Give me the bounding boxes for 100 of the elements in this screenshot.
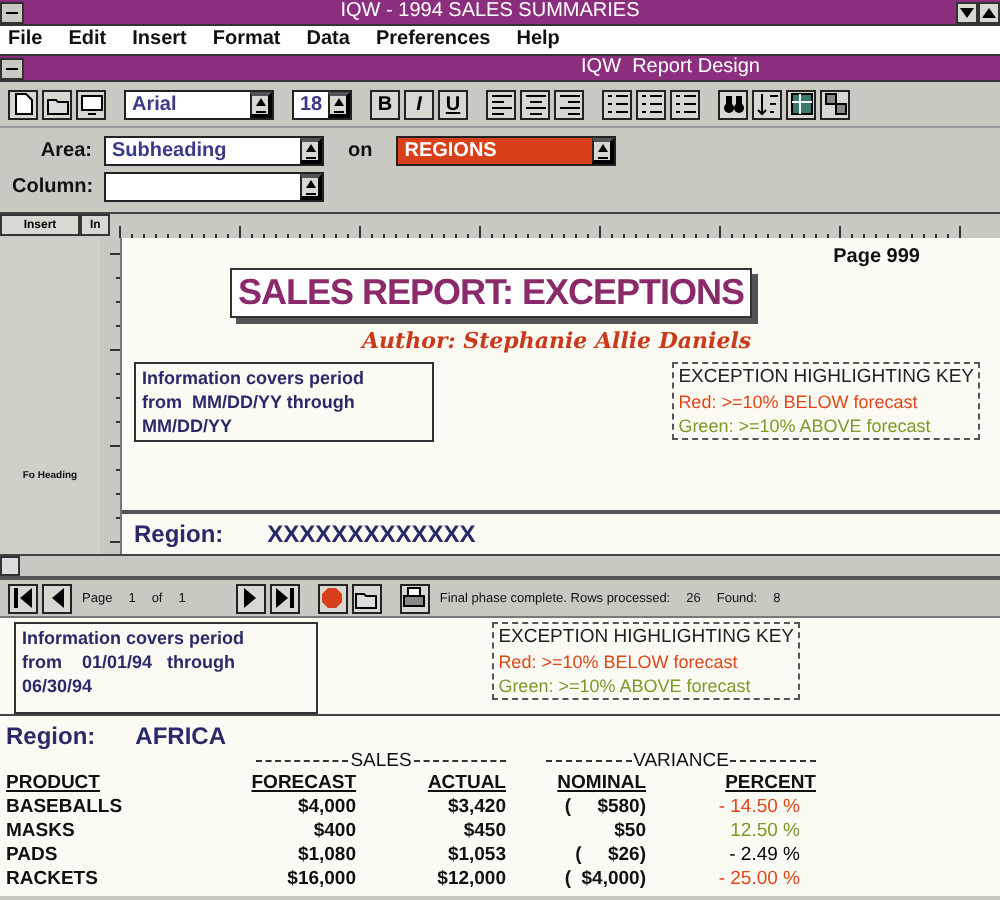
period-text: from MM/DD/YY through [142, 392, 357, 412]
menu-item[interactable]: Format [212, 28, 281, 52]
align-center-icon [523, 92, 547, 116]
first-page-icon [11, 586, 35, 610]
table-cell-text: - 2.49 % [727, 844, 802, 868]
table-cell-text: $450 [461, 820, 506, 844]
toolbar-button[interactable] [351, 583, 382, 613]
key-line: Red: >=10% BELOW forecast [498, 652, 740, 672]
toolbar-button[interactable] [718, 89, 748, 119]
table-cell-text: $4,000 [295, 796, 356, 820]
menu-item[interactable]: File [8, 28, 43, 52]
column-header: ACTUAL [425, 772, 506, 796]
table-cell-text: BASEBALLS [6, 796, 125, 820]
underline-button[interactable]: U [438, 89, 468, 119]
column-group-header: SALES [348, 750, 414, 772]
column-header: NOMINAL [555, 772, 646, 796]
last-page-icon [272, 586, 297, 610]
table-cell-text: MASKS [6, 820, 77, 844]
report-title: SALES REPORT: EXCEPTIONS [229, 268, 753, 318]
table-cell-text: - 14.50 % [716, 796, 802, 820]
period-text: Information covers period [22, 628, 247, 648]
toolbar-button[interactable] [554, 89, 584, 119]
column-label: Column: [12, 176, 92, 198]
table-cell-text: $1,053 [445, 844, 506, 868]
key-title: EXCEPTION HIGHLIGHTING KEY [678, 366, 974, 388]
table-cell-text: ( $580) [562, 796, 646, 820]
toolbar-button[interactable] [235, 583, 266, 613]
minimize-button[interactable] [956, 1, 978, 23]
align-right-icon [557, 92, 581, 116]
table-cell-text: 12.50 % [728, 820, 802, 844]
toolbar-button[interactable] [399, 583, 430, 613]
sort-icon [755, 92, 779, 116]
table-icon [789, 92, 813, 116]
menu-item[interactable]: Preferences [375, 28, 491, 52]
down-triangle-icon [960, 7, 974, 17]
toolbar-button[interactable] [602, 89, 632, 119]
grid-icon [823, 92, 847, 116]
column-header: PRODUCT [6, 772, 102, 796]
table-cell-text: $1,080 [295, 844, 356, 868]
toolbar-button[interactable] [42, 583, 72, 613]
binoculars-icon [721, 92, 745, 116]
menu-item[interactable]: Help [516, 28, 560, 52]
region-value: XXXXXXXXXXXXX [267, 520, 476, 548]
scroll-button[interactable] [0, 556, 20, 576]
region-label: Region: [6, 722, 96, 750]
maximize-button[interactable] [978, 1, 1000, 23]
dropdown-button[interactable] [300, 174, 322, 200]
italic-button[interactable]: I [404, 89, 434, 119]
toolbar-button[interactable] [269, 583, 300, 613]
table-cell-text: RACKETS [6, 868, 100, 892]
table-cell-text: ( $26) [573, 844, 646, 868]
column-field[interactable] [104, 172, 324, 202]
window-title: IQW Report Design [579, 56, 762, 80]
period-text: 06/30/94 [22, 676, 95, 696]
list-icon [639, 92, 663, 116]
menu-item[interactable]: Insert [132, 28, 187, 52]
period-text: MM/DD/YY [142, 416, 234, 436]
toolbar-button[interactable] [820, 89, 850, 119]
table-cell-text: ( $4,000) [562, 868, 646, 892]
system-menu-button[interactable] [0, 1, 24, 23]
stop-icon [320, 586, 345, 610]
table-cell-text: $400 [311, 820, 356, 844]
column-header: FORECAST [249, 772, 356, 796]
period-text: Information covers period [142, 368, 367, 388]
toolbar-button[interactable] [76, 89, 106, 119]
toolbar-button[interactable] [42, 89, 72, 119]
minus-icon [6, 9, 18, 15]
monitor-icon [79, 92, 103, 116]
system-menu-button[interactable] [0, 57, 24, 79]
author-text: Author: Stephanie Allie Daniels [358, 326, 754, 354]
table-cell-text: PADS [6, 844, 60, 868]
menu-item[interactable]: Data [306, 28, 350, 52]
toolbar-button[interactable] [752, 89, 782, 119]
key-title: EXCEPTION HIGHLIGHTING KEY [498, 626, 794, 648]
toolbar-button[interactable] [8, 583, 38, 613]
region-value: AFRICA [135, 722, 226, 750]
area-label: Area: [38, 140, 92, 162]
menu-item[interactable]: Edit [68, 28, 107, 52]
toolbar-button[interactable] [486, 89, 516, 119]
up-triangle-icon [982, 7, 996, 17]
page-number: Page 999 [833, 246, 920, 268]
key-line: Green: >=10% ABOVE forecast [678, 416, 933, 436]
align-left-icon [489, 92, 513, 116]
dropdown-arrow-icon [303, 178, 317, 196]
column-header: PERCENT [723, 772, 816, 796]
toolbar-button[interactable] [8, 89, 38, 119]
region-label: Region: [134, 520, 224, 548]
toolbar-button[interactable] [636, 89, 666, 119]
on-label: on [346, 140, 375, 162]
toolbar-button[interactable] [520, 89, 550, 119]
print-icon [402, 586, 427, 610]
table-cell-text: $12,000 [435, 868, 506, 892]
key-line: Green: >=10% ABOVE forecast [498, 676, 753, 696]
bold-button[interactable]: B [370, 89, 400, 119]
table-cell-text: $50 [612, 820, 646, 844]
window-title: IQW - 1994 SALES SUMMARIES [338, 0, 642, 24]
list-icon [605, 92, 629, 116]
toolbar-button[interactable] [317, 583, 348, 613]
toolbar-button[interactable] [786, 89, 816, 119]
toolbar-button[interactable] [670, 89, 700, 119]
